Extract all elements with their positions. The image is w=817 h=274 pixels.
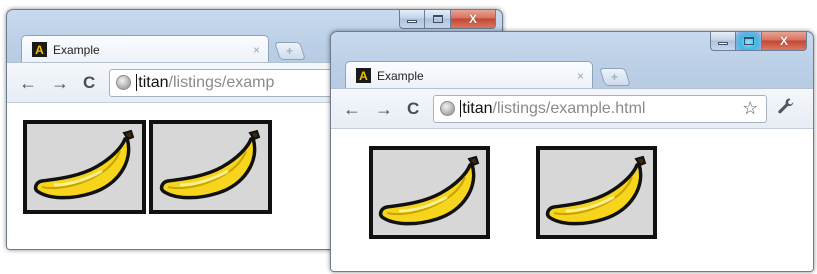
banana-icon <box>378 155 479 225</box>
back-arrow-icon[interactable]: ← <box>19 74 37 92</box>
favicon-icon: A <box>32 42 47 57</box>
tab-title: Example <box>53 42 100 57</box>
globe-icon <box>116 75 132 90</box>
minimize-icon <box>718 42 728 45</box>
window-controls: X <box>399 10 496 29</box>
plus-icon: + <box>611 70 619 84</box>
close-window-button[interactable]: X <box>451 10 496 29</box>
maximize-button[interactable] <box>425 10 451 29</box>
url-path: /listings/examp <box>168 73 275 91</box>
reload-icon[interactable]: C <box>407 100 419 117</box>
page-content <box>331 128 813 271</box>
wrench-icon <box>778 98 794 113</box>
maximize-button[interactable] <box>736 32 762 51</box>
address-bar[interactable]: titan /listings/example.html ☆ <box>433 94 768 123</box>
minimize-button[interactable] <box>399 10 425 29</box>
window-controls: X <box>710 32 807 51</box>
globe-icon <box>440 101 456 116</box>
tab-example[interactable]: A Example × <box>21 35 269 63</box>
maximize-icon <box>743 36 754 45</box>
wrench-menu-icon[interactable] <box>777 97 795 121</box>
desktop: X A Example × + ← → C titan /listings/ex… <box>0 0 817 274</box>
forward-arrow-icon[interactable]: → <box>51 74 69 92</box>
browser-window-front[interactable]: X A Example × + ← → C titan /listings/ex… <box>330 31 814 272</box>
minimize-button[interactable] <box>710 32 736 51</box>
banana-image <box>23 120 146 214</box>
close-icon: X <box>468 11 477 26</box>
url-path: /listings/example.html <box>492 99 646 117</box>
text-caret <box>136 74 138 91</box>
tab-example[interactable]: A Example × <box>345 61 593 89</box>
reload-icon[interactable]: C <box>83 74 95 91</box>
banana-image <box>536 146 657 239</box>
back-arrow-icon[interactable]: ← <box>343 100 361 118</box>
close-icon: X <box>779 33 788 48</box>
url-host: titan <box>462 99 493 117</box>
bookmark-star-icon[interactable]: ☆ <box>742 98 758 119</box>
favicon-icon: A <box>356 68 371 83</box>
new-tab-button[interactable]: + <box>599 68 631 86</box>
close-window-button[interactable]: X <box>762 32 807 51</box>
new-tab-button[interactable]: + <box>274 42 306 60</box>
text-caret <box>460 100 462 117</box>
banana-icon <box>33 129 134 200</box>
banana-icon <box>545 155 646 225</box>
tab-close-icon[interactable]: × <box>253 43 260 57</box>
url-host: titan <box>138 73 169 91</box>
banana-icon <box>159 129 260 200</box>
plus-icon: + <box>286 44 294 58</box>
address-bar[interactable]: titan /listings/examp <box>109 68 350 97</box>
banana-image <box>369 146 490 239</box>
minimize-icon <box>407 20 417 23</box>
forward-arrow-icon[interactable]: → <box>375 100 393 118</box>
tab-close-icon[interactable]: × <box>577 69 584 83</box>
tab-title: Example <box>377 68 424 83</box>
maximize-icon <box>432 14 443 23</box>
toolbar: ← → C titan /listings/example.html ☆ <box>331 88 813 128</box>
banana-image <box>149 120 272 214</box>
